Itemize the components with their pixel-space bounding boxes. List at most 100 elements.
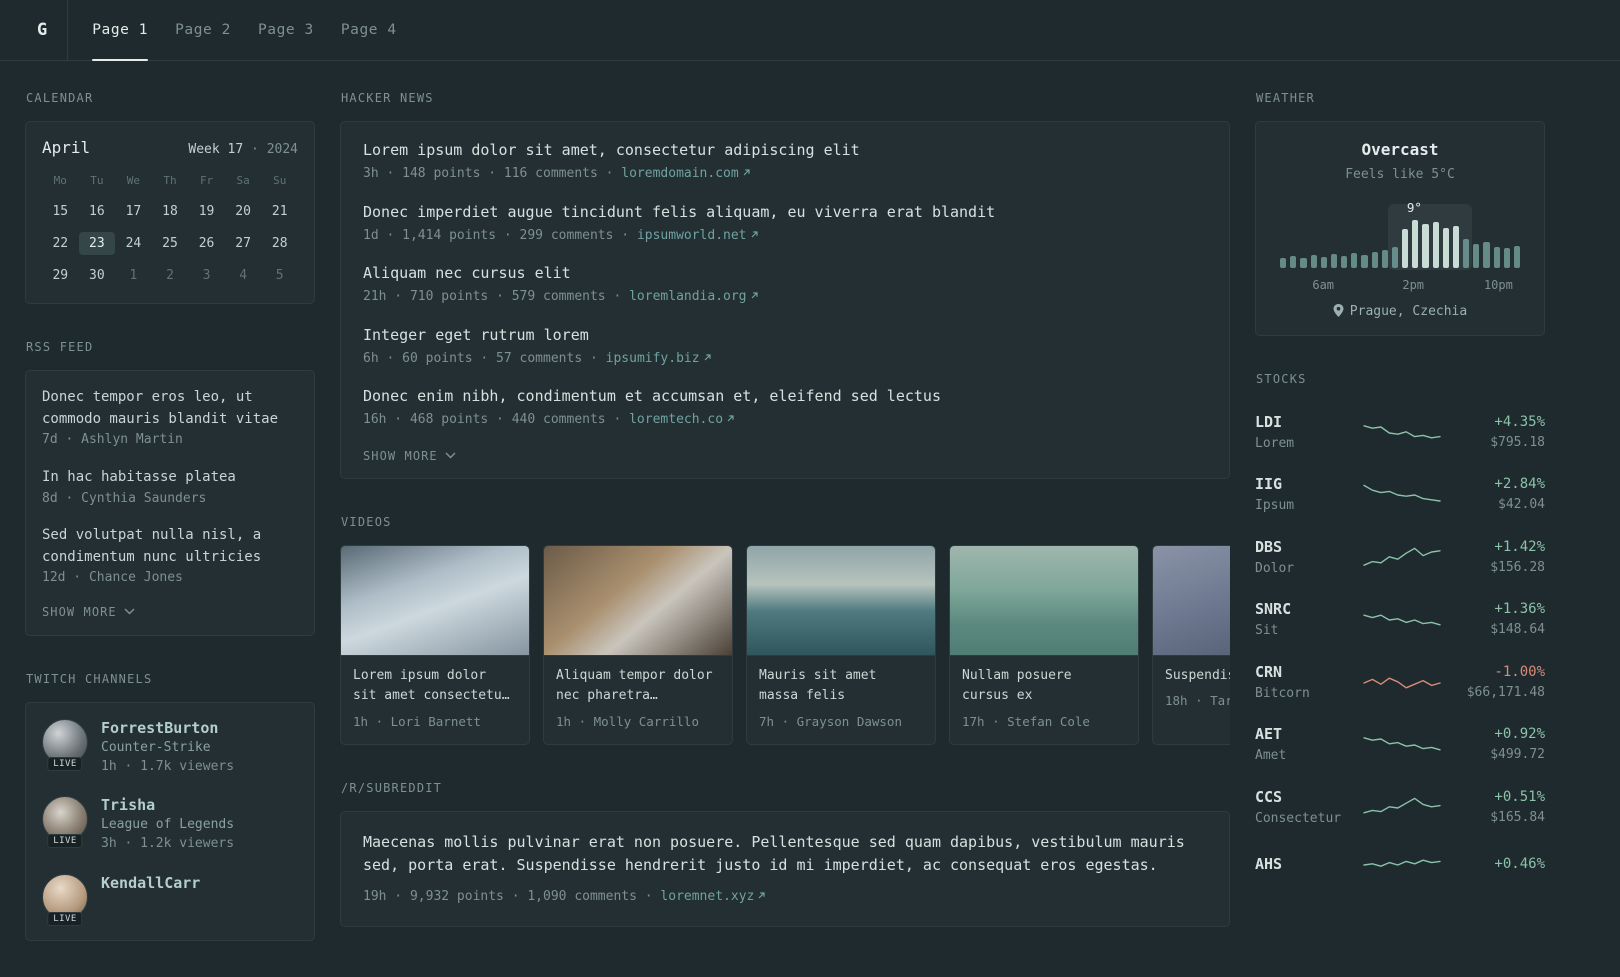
hn-domain-link[interactable]: loremlandia.org — [629, 289, 758, 304]
twitch-game[interactable]: Counter-Strike — [101, 740, 234, 755]
twitch-channel[interactable]: LIVE KendallCarr — [42, 873, 298, 926]
weather-bar — [1442, 228, 1449, 268]
twitch-channel-info: KendallCarr — [101, 874, 200, 895]
calendar-day[interactable]: 1 — [115, 264, 152, 287]
stock-row[interactable]: SNRC Sit +1.36% $148.64 — [1255, 589, 1545, 652]
calendar-day[interactable]: 28 — [261, 232, 298, 255]
stock-row[interactable]: AHS +0.46% — [1255, 839, 1545, 891]
app-logo[interactable]: G — [25, 0, 69, 60]
nav-tabs: Page 1 Page 2 Page 3 Page 4 — [92, 0, 397, 61]
stock-change: +0.92% — [1494, 726, 1545, 742]
calendar-day[interactable]: 25 — [152, 232, 189, 255]
nav-tab[interactable]: Page 3 — [258, 0, 314, 60]
twitch-channel-name[interactable]: ForrestBurton — [101, 719, 234, 737]
nav-tab[interactable]: Page 1 — [92, 0, 148, 61]
nav-tab[interactable]: Page 4 — [341, 0, 397, 60]
stock-price: $165.84 — [1490, 809, 1545, 825]
calendar-day[interactable]: 19 — [188, 200, 225, 223]
video-title[interactable]: Suspendisse diam — [1165, 668, 1230, 683]
weather-condition: Overcast — [1361, 140, 1439, 159]
calendar-day[interactable]: 18 — [152, 200, 189, 223]
video-title[interactable]: Mauris sit amet massa felis — [759, 668, 876, 704]
twitch-channel-name[interactable]: KendallCarr — [101, 874, 200, 892]
stock-row[interactable]: CCS Consectetur +0.51% $165.84 — [1255, 777, 1545, 840]
twitch-channel-name[interactable]: Trisha — [101, 796, 234, 814]
video-meta: 1h · Lori Barnett — [353, 714, 481, 730]
reddit-domain-link[interactable]: loremnet.xyz — [660, 889, 766, 904]
twitch-channel[interactable]: LIVE ForrestBurton Counter-Strike 1h · 1… — [42, 718, 298, 777]
stock-change: +0.51% — [1494, 788, 1545, 805]
video-title[interactable]: Lorem ipsum dolor sit amet consectetu… — [353, 668, 510, 704]
calendar-day[interactable]: 24 — [115, 232, 152, 255]
calendar-day[interactable]: 22 — [42, 232, 79, 255]
weather-bar — [1473, 243, 1480, 268]
hn-show-more-button[interactable]: SHOW MORE — [363, 449, 456, 463]
rss-item-title[interactable]: Sed volutpat nulla nisl, a condimentum n… — [42, 527, 261, 565]
stock-price: $42.04 — [1498, 497, 1545, 512]
calendar-day[interactable]: 23 — [78, 232, 116, 255]
calendar-day[interactable]: 15 — [42, 200, 79, 223]
rss-item-title[interactable]: In hac habitasse platea — [42, 469, 236, 485]
video-card[interactable]: Mauris sit amet massa felis 7h · Grayson… — [746, 544, 936, 745]
video-title[interactable]: Aliquam tempor dolor nec pharetra… — [556, 668, 713, 704]
hn-item-meta: 6h · 60 points · 57 comments · ipsumify.… — [363, 349, 1207, 369]
twitch-game[interactable]: League of Legends — [101, 817, 234, 832]
nav-tab[interactable]: Page 2 — [175, 0, 231, 60]
hn-domain-link[interactable]: loremdomain.com — [621, 166, 750, 181]
hn-item: Donec imperdiet augue tincidunt felis al… — [363, 203, 1207, 246]
reddit-post-meta: 19h · 9,932 points · 1,090 comments · lo… — [363, 887, 1207, 907]
calendar-day[interactable]: 26 — [188, 232, 225, 255]
hn-item-title[interactable]: Integer eget rutrum lorem — [363, 326, 1207, 344]
stock-row[interactable]: AET Amet +0.92% $499.72 — [1255, 714, 1545, 777]
video-thumbnail[interactable] — [341, 545, 529, 656]
twitch-avatar-wrap: LIVE — [42, 796, 88, 849]
hn-item-title[interactable]: Lorem ipsum dolor sit amet, consectetur … — [363, 141, 1207, 159]
rss-show-more-button[interactable]: SHOW MORE — [42, 605, 135, 619]
stock-row[interactable]: LDI Lorem +4.35% $795.18 — [1255, 402, 1545, 465]
hn-domain-link[interactable]: ipsumify.biz — [606, 351, 712, 366]
reddit-post-title[interactable]: Maecenas mollis pulvinar erat non posuer… — [363, 831, 1207, 878]
hn-domain-link[interactable]: ipsumworld.net — [637, 228, 759, 243]
weather-bar — [1320, 256, 1327, 268]
calendar-day[interactable]: 20 — [225, 200, 262, 223]
calendar-day[interactable]: 5 — [261, 264, 298, 287]
stock-name: Lorem — [1255, 435, 1295, 451]
rss-item-title[interactable]: Donec tempor eros leo, ut commodo mauris… — [42, 389, 278, 427]
hn-item-title[interactable]: Aliquam nec cursus elit — [363, 264, 1207, 282]
video-card[interactable]: Aliquam tempor dolor nec pharetra… 1h · … — [543, 544, 733, 745]
video-card[interactable]: Suspendisse diam 18h · Tara — [1152, 544, 1230, 745]
stock-symbol: AHS — [1255, 854, 1283, 873]
video-card[interactable]: Lorem ipsum dolor sit amet consectetu… 1… — [340, 544, 530, 745]
twitch-channel[interactable]: LIVE Trisha League of Legends 3h · 1.2k … — [42, 796, 298, 854]
calendar-day[interactable]: 2 — [152, 264, 189, 287]
weather-bar — [1351, 253, 1358, 268]
video-thumbnail[interactable] — [950, 545, 1138, 656]
calendar-header: April Week 17 · 2024 — [42, 138, 298, 157]
video-title[interactable]: Nullam posuere cursus ex — [962, 668, 1072, 704]
video-card[interactable]: Nullam posuere cursus ex 17h · Stefan Co… — [949, 544, 1139, 745]
stock-symbol: AET — [1255, 725, 1283, 743]
live-badge: LIVE — [47, 911, 83, 926]
hn-item-meta: 21h · 710 points · 579 comments · loreml… — [363, 287, 1207, 307]
calendar-day[interactable]: 16 — [79, 200, 116, 223]
calendar-day[interactable]: 27 — [225, 232, 262, 255]
calendar-day[interactable]: 17 — [115, 200, 152, 223]
stock-row[interactable]: DBS Dolor +1.42% $156.28 — [1255, 527, 1545, 590]
hn-item: Integer eget rutrum lorem 6h · 60 points… — [363, 326, 1207, 369]
hn-item: Donec enim nibh, condimentum et accumsan… — [363, 387, 1207, 430]
hn-domain-link[interactable]: loremtech.co — [629, 412, 735, 427]
video-thumbnail[interactable] — [544, 545, 732, 656]
hn-item: Aliquam nec cursus elit 21h · 710 points… — [363, 264, 1207, 307]
calendar-day[interactable]: 3 — [188, 264, 225, 287]
video-thumbnail[interactable] — [1153, 545, 1230, 656]
external-link-icon — [704, 353, 711, 360]
hn-item-title[interactable]: Donec enim nibh, condimentum et accumsan… — [363, 387, 1207, 405]
hn-item-title[interactable]: Donec imperdiet augue tincidunt felis al… — [363, 203, 1207, 221]
calendar-day[interactable]: 21 — [261, 200, 298, 223]
calendar-day[interactable]: 29 — [42, 264, 79, 287]
calendar-day[interactable]: 4 — [225, 264, 262, 287]
stock-row[interactable]: CRN Bitcorn -1.00% $66,171.48 — [1255, 652, 1545, 715]
video-thumbnail[interactable] — [747, 545, 935, 656]
stock-row[interactable]: IIG Ipsum +2.84% $42.04 — [1255, 464, 1545, 527]
calendar-day[interactable]: 30 — [79, 264, 116, 287]
